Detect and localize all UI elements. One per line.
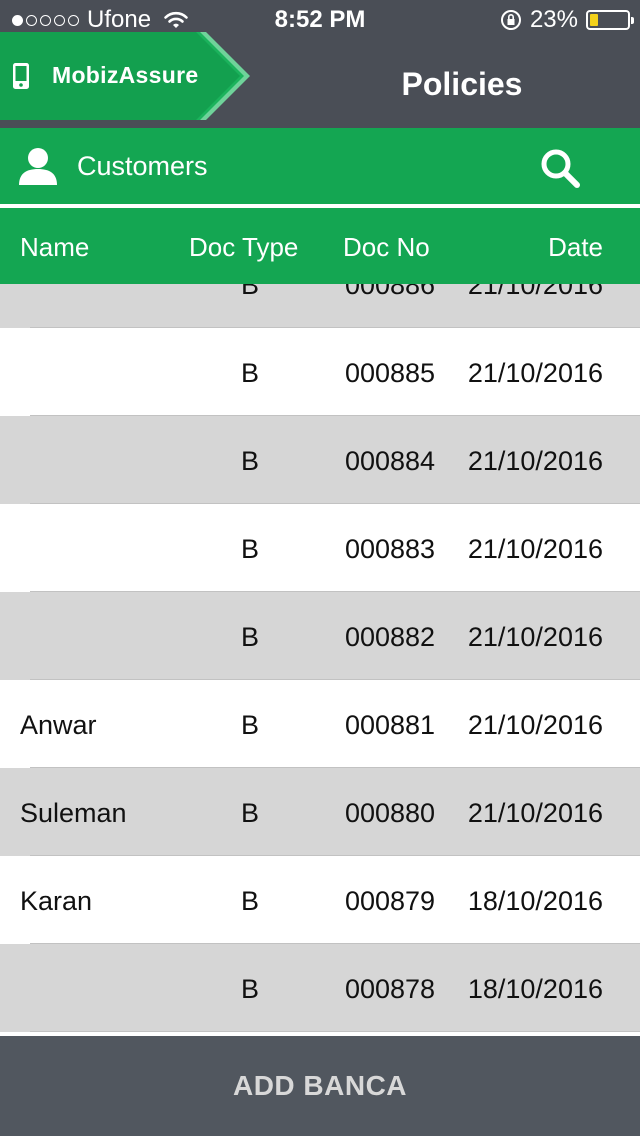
- table-row[interactable]: B 000884 21/10/2016: [0, 416, 640, 504]
- battery-level: [590, 14, 599, 26]
- cell-name: Karan: [20, 886, 93, 916]
- cell-doc-type: B: [240, 886, 260, 916]
- rotation-lock-icon: [500, 10, 521, 30]
- table-row[interactable]: Anwar B 000881 21/10/2016: [0, 680, 640, 768]
- cell-doc-no: 000882: [344, 622, 436, 652]
- cell-date: 21/10/2016: [467, 358, 603, 388]
- cell-date: 21/10/2016: [467, 534, 603, 564]
- battery-icon: [586, 10, 634, 30]
- cell-name: Anwar: [20, 710, 97, 740]
- cell-date: 21/10/2016: [467, 284, 603, 300]
- top-header: Ufone 8:52 PM 23% MobizAssure Policies: [0, 0, 640, 128]
- table-header: Name Doc Type Doc No Date: [0, 208, 640, 284]
- table-row[interactable]: B 000885 21/10/2016: [0, 328, 640, 416]
- cell-doc-type: B: [240, 622, 260, 652]
- cell-doc-no: 000883: [344, 534, 436, 564]
- table-row[interactable]: B 000878 18/10/2016: [0, 944, 640, 1032]
- cell-doc-no: 000884: [344, 446, 436, 476]
- cell-doc-no: 000881: [344, 710, 436, 740]
- cell-name: Suleman: [20, 798, 127, 828]
- cell-doc-type: B: [240, 534, 260, 564]
- brand-tab[interactable]: MobizAssure: [0, 32, 250, 120]
- cell-doc-no: 000885: [344, 358, 436, 388]
- column-header-date[interactable]: Date: [548, 232, 603, 263]
- page-title: Policies: [401, 66, 523, 102]
- column-header-doc-no[interactable]: Doc No: [343, 232, 430, 263]
- customers-label: Customers: [77, 151, 208, 181]
- cell-doc-type: B: [240, 284, 260, 300]
- search-icon[interactable]: [540, 148, 580, 188]
- cell-date: 21/10/2016: [467, 798, 603, 828]
- battery-percent: 23%: [529, 6, 578, 33]
- policies-rows: B 000886 21/10/2016 B 000885 21/10/2016 …: [0, 284, 640, 1032]
- column-header-name[interactable]: Name: [20, 232, 89, 263]
- table-row[interactable]: Suleman B 000880 21/10/2016: [0, 768, 640, 856]
- cell-doc-no: 000878: [344, 974, 436, 1004]
- cell-date: 21/10/2016: [467, 622, 603, 652]
- cell-doc-no: 000886: [344, 284, 436, 300]
- policies-screen: Ufone 8:52 PM 23% MobizAssure Policies C…: [0, 0, 640, 1136]
- user-icon: [19, 148, 57, 185]
- cell-doc-type: B: [240, 974, 260, 1004]
- cell-date: 21/10/2016: [467, 446, 603, 476]
- policies-list[interactable]: B 000886 21/10/2016 B 000885 21/10/2016 …: [0, 284, 640, 1034]
- cell-doc-type: B: [240, 446, 260, 476]
- mobile-phone-icon: [13, 63, 29, 89]
- cell-date: 18/10/2016: [467, 974, 603, 1004]
- cell-doc-type: B: [240, 798, 260, 828]
- table-row[interactable]: B 000882 21/10/2016: [0, 592, 640, 680]
- status-right: 23%: [500, 6, 634, 34]
- table-row[interactable]: Karan B 000879 18/10/2016: [0, 856, 640, 944]
- table-row[interactable]: B 000883 21/10/2016: [0, 504, 640, 592]
- cell-doc-type: B: [240, 358, 260, 388]
- add-banca-button[interactable]: ADD BANCA: [0, 1036, 640, 1136]
- cell-date: 21/10/2016: [467, 710, 603, 740]
- cell-doc-no: 000879: [344, 886, 436, 916]
- cell-doc-type: B: [240, 710, 260, 740]
- cell-date: 18/10/2016: [467, 886, 603, 916]
- cell-doc-no: 000880: [344, 798, 436, 828]
- column-header-doc-type[interactable]: Doc Type: [189, 232, 298, 263]
- brand-name: MobizAssure: [52, 62, 199, 88]
- table-row[interactable]: B 000886 21/10/2016: [0, 284, 640, 328]
